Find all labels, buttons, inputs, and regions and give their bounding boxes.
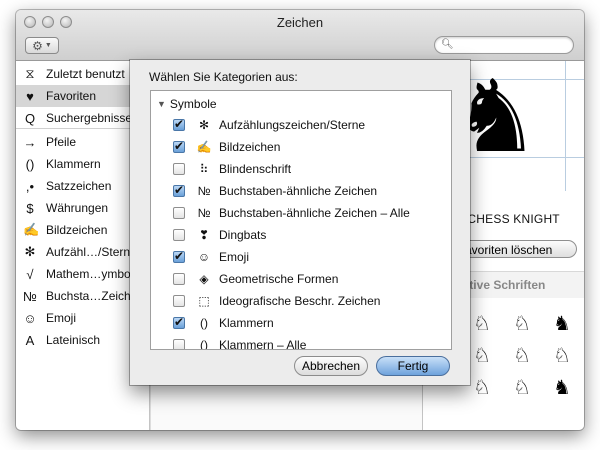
category-label: Geometrische Formen (219, 272, 339, 286)
smiley-icon: ☺ (197, 250, 211, 264)
category-row[interactable]: ⬚ Ideografische Beschr. Zeichen (173, 291, 443, 311)
search-field[interactable]: 🔍︎ (434, 36, 574, 54)
search-input[interactable] (453, 38, 569, 54)
category-row[interactable]: () Klammern (173, 313, 443, 333)
category-sheet: Wählen Sie Kategorien aus: ▼ Symbole ✻ Au… (130, 60, 470, 385)
parentheses-icon: () (200, 338, 208, 350)
alternate-font-glyph[interactable]: ♘ (473, 375, 491, 399)
search-icon: 🔍︎ (441, 39, 454, 50)
sidebar-item-label: Mathem…ymbo (46, 267, 131, 281)
dollar-icon: $ (26, 200, 34, 216)
guide-line (565, 61, 566, 191)
category-checkbox[interactable] (173, 183, 185, 197)
latin-letter-icon: A (25, 332, 35, 348)
category-label: Buchstaben-ähnliche Zeichen (219, 184, 378, 198)
group-header-symbols[interactable]: ▼ Symbole (157, 97, 217, 111)
disclosure-triangle-icon[interactable]: ▼ (157, 99, 166, 109)
alternate-font-glyph[interactable]: ♞ (553, 311, 571, 335)
action-menu-button[interactable]: ⚙ ▼ (25, 37, 59, 54)
category-label: Klammern – Alle (219, 338, 307, 350)
category-row[interactable]: ✍ Bildzeichen (173, 137, 443, 157)
alternate-font-glyph[interactable]: ♘ (553, 343, 571, 367)
clock-icon: ⧖ (25, 66, 35, 81)
sidebar-item-label: Satzzeichen (46, 179, 112, 193)
category-row[interactable]: № Buchstaben-ähnliche Zeichen – Alle (173, 203, 443, 223)
category-label: Aufzählungszeichen/Sterne (219, 118, 366, 132)
braille-icon: ⠷ (199, 162, 209, 176)
sidebar-item-label: Favoriten (46, 89, 97, 103)
sidebar-item-label: Währungen (46, 201, 109, 215)
category-checkbox[interactable] (173, 139, 185, 153)
category-row[interactable]: ☺ Emoji (173, 247, 443, 267)
parentheses-icon: () (25, 156, 35, 172)
math-icon: √ (26, 266, 34, 282)
category-checkbox[interactable] (173, 229, 185, 241)
arrow-icon: → (23, 134, 37, 150)
pictograph-icon: ✍ (196, 140, 212, 154)
category-checkbox[interactable] (173, 295, 185, 307)
category-label: Blindenschrift (219, 162, 292, 176)
numero-icon: № (23, 288, 37, 304)
window-title: Zeichen (276, 15, 324, 30)
title-bar: Zeichen ⚙ ▼ 🔍︎ (16, 10, 584, 61)
alternate-font-glyph[interactable]: ♘ (473, 311, 491, 335)
parentheses-icon: () (200, 316, 208, 330)
sidebar-item-label: Buchsta…Zeiche (46, 289, 138, 303)
alternate-font-glyph[interactable]: ♞ (553, 375, 571, 399)
punctuation-icon: ,• (25, 178, 35, 194)
sheet-prompt: Wählen Sie Kategorien aus: (149, 70, 298, 84)
category-checkbox[interactable] (173, 315, 185, 329)
category-label: Bildzeichen (219, 140, 281, 154)
sidebar-item-label: Zuletzt benutzt (46, 67, 125, 81)
sidebar-item-label: Klammern (46, 157, 101, 171)
category-list[interactable]: ▼ Symbole ✻ Aufzählungszeichen/Sterne ✍ Bil… (150, 90, 452, 350)
category-row[interactable]: ❣ Dingbats (173, 225, 443, 245)
asterisk-icon: ✻ (24, 244, 36, 259)
smiley-icon: ☺ (23, 310, 37, 326)
alternate-font-glyph[interactable]: ♘ (513, 343, 531, 367)
category-checkbox[interactable] (173, 339, 185, 349)
category-row[interactable]: ⠷ Blindenschrift (173, 159, 443, 179)
category-label: Emoji (219, 250, 250, 264)
pictograph-icon: ✍ (23, 222, 40, 237)
cancel-button[interactable]: Abbrechen (294, 356, 368, 376)
category-row[interactable]: ◈ Geometrische Formen (173, 269, 443, 289)
sidebar-item-label: Aufzähl…/Stern (46, 245, 131, 259)
category-row[interactable]: ✻ Aufzählungszeichen/Sterne (173, 115, 443, 135)
sidebar-item-label: Lateinisch (46, 333, 101, 347)
alternate-font-glyph[interactable]: ♘ (473, 343, 491, 367)
alternate-font-glyph[interactable]: ♘ (513, 311, 531, 335)
search-results-icon: Q (24, 110, 36, 126)
category-row[interactable]: () Klammern – Alle (173, 335, 443, 350)
heart-icon: ♥ (26, 88, 34, 104)
category-checkbox[interactable] (173, 207, 185, 219)
numero-icon: № (197, 184, 211, 198)
sidebar-item-label: Pfeile (46, 135, 77, 149)
diamond-icon: ◈ (199, 272, 209, 286)
category-checkbox[interactable] (173, 117, 185, 131)
group-label: Symbole (169, 97, 217, 111)
sidebar-item-label: Suchergebnisse (46, 111, 133, 125)
category-checkbox[interactable] (173, 163, 185, 175)
category-label: Klammern (219, 316, 274, 330)
dingbat-icon: ❣ (198, 228, 210, 242)
category-checkbox[interactable] (173, 249, 185, 263)
category-label: Dingbats (219, 228, 267, 242)
category-checkbox[interactable] (173, 273, 185, 285)
done-button[interactable]: Fertig (376, 356, 450, 376)
category-label: Buchstaben-ähnliche Zeichen – Alle (219, 206, 410, 220)
sidebar-item-label: Emoji (46, 311, 77, 325)
dashed-square-icon: ⬚ (198, 294, 210, 308)
gear-icon: ⚙ (32, 38, 43, 53)
chevron-down-icon: ▼ (44, 42, 52, 49)
numero-icon: № (197, 206, 211, 220)
asterisk-icon: ✻ (198, 118, 210, 132)
category-row[interactable]: № Buchstaben-ähnliche Zeichen (173, 181, 443, 201)
category-label: Ideografische Beschr. Zeichen (219, 294, 381, 308)
sidebar-item-label: Bildzeichen (46, 223, 108, 237)
alternate-font-glyph[interactable]: ♘ (513, 375, 531, 399)
